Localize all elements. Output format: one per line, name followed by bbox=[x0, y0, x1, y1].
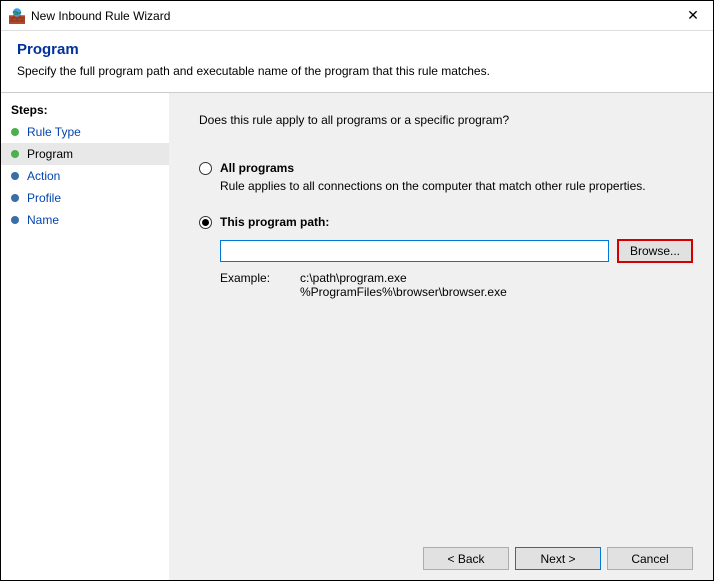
option-program-path[interactable]: This program path: bbox=[199, 215, 693, 229]
header: Program Specify the full program path an… bbox=[1, 31, 713, 93]
step-profile[interactable]: Profile bbox=[1, 187, 169, 209]
option-path-label: This program path: bbox=[220, 215, 329, 229]
step-label: Profile bbox=[27, 191, 61, 205]
page-description: Specify the full program path and execut… bbox=[17, 64, 697, 78]
close-button[interactable]: ✕ bbox=[673, 1, 713, 31]
step-label: Rule Type bbox=[27, 125, 81, 139]
program-path-input[interactable] bbox=[220, 240, 609, 262]
example-label: Example: bbox=[220, 271, 300, 299]
path-row: Browse... bbox=[220, 239, 693, 263]
option-all-description: Rule applies to all connections on the c… bbox=[220, 179, 693, 193]
firewall-icon bbox=[9, 8, 25, 24]
step-name[interactable]: Name bbox=[1, 209, 169, 231]
example-lines: c:\path\program.exe %ProgramFiles%\brows… bbox=[300, 271, 507, 299]
step-label: Action bbox=[27, 169, 60, 183]
bullet-icon bbox=[11, 216, 19, 224]
main-panel: Does this rule apply to all programs or … bbox=[169, 93, 713, 580]
back-button[interactable]: < Back bbox=[423, 547, 509, 570]
example-row: Example: c:\path\program.exe %ProgramFil… bbox=[220, 271, 693, 299]
body: Steps: Rule Type Program Action Profile Name… bbox=[1, 93, 713, 580]
cancel-button[interactable]: Cancel bbox=[607, 547, 693, 570]
bullet-icon bbox=[11, 194, 19, 202]
radio-all-programs[interactable] bbox=[199, 162, 212, 175]
page-title: Program bbox=[17, 41, 697, 58]
step-label: Program bbox=[27, 147, 73, 161]
window-title: New Inbound Rule Wizard bbox=[31, 9, 673, 23]
step-label: Name bbox=[27, 213, 59, 227]
sidebar: Steps: Rule Type Program Action Profile Name bbox=[1, 93, 169, 580]
bullet-icon bbox=[11, 172, 19, 180]
step-action[interactable]: Action bbox=[1, 165, 169, 187]
option-all-label: All programs bbox=[220, 161, 294, 175]
step-program: Program bbox=[1, 143, 169, 165]
footer-buttons: < Back Next > Cancel bbox=[199, 537, 693, 570]
next-button[interactable]: Next > bbox=[515, 547, 601, 570]
steps-list: Rule Type Program Action Profile Name bbox=[1, 121, 169, 231]
bullet-icon bbox=[11, 150, 19, 158]
step-rule-type[interactable]: Rule Type bbox=[1, 121, 169, 143]
question-text: Does this rule apply to all programs or … bbox=[199, 113, 693, 127]
browse-button[interactable]: Browse... bbox=[617, 239, 693, 263]
titlebar: New Inbound Rule Wizard ✕ bbox=[1, 1, 713, 31]
steps-title: Steps: bbox=[1, 103, 169, 121]
bullet-icon bbox=[11, 128, 19, 136]
radio-program-path[interactable] bbox=[199, 216, 212, 229]
option-all-programs[interactable]: All programs bbox=[199, 161, 693, 175]
wizard-window: New Inbound Rule Wizard ✕ Program Specif… bbox=[0, 0, 714, 581]
